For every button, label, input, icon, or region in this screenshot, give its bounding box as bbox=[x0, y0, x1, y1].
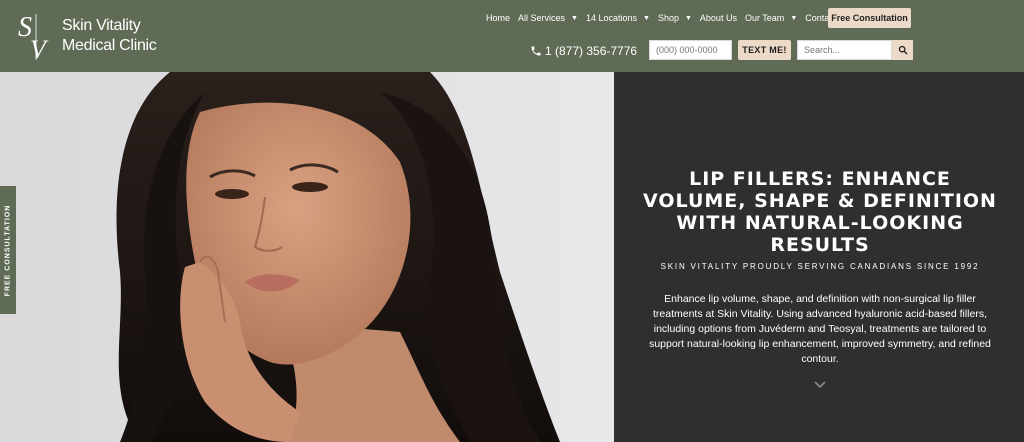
logo-monogram: S V bbox=[16, 10, 56, 64]
scroll-down-chevron-icon[interactable] bbox=[812, 378, 828, 390]
svg-text:V: V bbox=[30, 35, 49, 62]
nav-item-our-team[interactable]: Our Team ▼ bbox=[745, 13, 797, 23]
chevron-down-icon: ▼ bbox=[643, 14, 650, 22]
logo[interactable]: S V Skin Vitality Medical Clinic bbox=[16, 8, 176, 64]
phone-number: 1 (877) 356-7776 bbox=[545, 44, 638, 58]
nav-label: Our Team bbox=[744, 13, 785, 23]
chevron-down-icon: ▼ bbox=[684, 14, 692, 22]
chevron-down-icon: ▼ bbox=[571, 14, 578, 22]
logo-line-1: Skin Vitality bbox=[62, 17, 141, 34]
hero-subtitle: SKIN VITALITY PROUDLY SERVING CANADIANS … bbox=[660, 262, 980, 271]
hero-title: LIP FILLERS: ENHANCE VOLUME, SHAPE & DEF… bbox=[643, 168, 997, 256]
nav-label: Home bbox=[486, 13, 511, 23]
hero-portrait-image bbox=[0, 72, 614, 442]
logo-wordmark: Skin Vitality Medical Clinic bbox=[62, 16, 157, 56]
search-icon bbox=[898, 45, 907, 55]
hero-description: Enhance lip volume, shape, and definitio… bbox=[649, 293, 991, 365]
free-consultation-side-tab[interactable]: FREE CONSULTATION bbox=[0, 186, 16, 314]
nav-label: About Us bbox=[699, 13, 737, 23]
nav-label: 14 Locations bbox=[585, 13, 638, 23]
main-nav: Home All Services ▼ 14 Locations ▼ Shop ▼ A… bbox=[486, 9, 858, 27]
phone-number-input[interactable] bbox=[649, 40, 732, 60]
site-header: S V Skin Vitality Medical Clinic Home Al… bbox=[0, 0, 1024, 72]
nav-label: All Services bbox=[518, 13, 566, 23]
chevron-down-icon: ▼ bbox=[790, 14, 798, 22]
nav-label: Shop bbox=[657, 13, 679, 23]
free-consultation-button[interactable]: Free Consultation bbox=[828, 8, 911, 28]
nav-item-about-us[interactable]: About Us bbox=[700, 13, 737, 23]
side-tab-label: FREE CONSULTATION bbox=[4, 204, 12, 296]
text-me-button[interactable]: TEXT ME! bbox=[738, 40, 791, 60]
search-button[interactable] bbox=[892, 40, 913, 60]
phone-icon bbox=[531, 46, 541, 56]
phone-link[interactable]: 1 (877) 356-7776 bbox=[530, 44, 637, 58]
logo-line-2: Medical Clinic bbox=[62, 37, 157, 54]
nav-item-shop[interactable]: Shop ▼ bbox=[658, 13, 692, 23]
nav-item-locations[interactable]: 14 Locations ▼ bbox=[586, 13, 650, 23]
nav-item-all-services[interactable]: All Services ▼ bbox=[518, 13, 578, 23]
search-input[interactable] bbox=[797, 40, 892, 60]
nav-item-home[interactable]: Home bbox=[486, 13, 510, 23]
